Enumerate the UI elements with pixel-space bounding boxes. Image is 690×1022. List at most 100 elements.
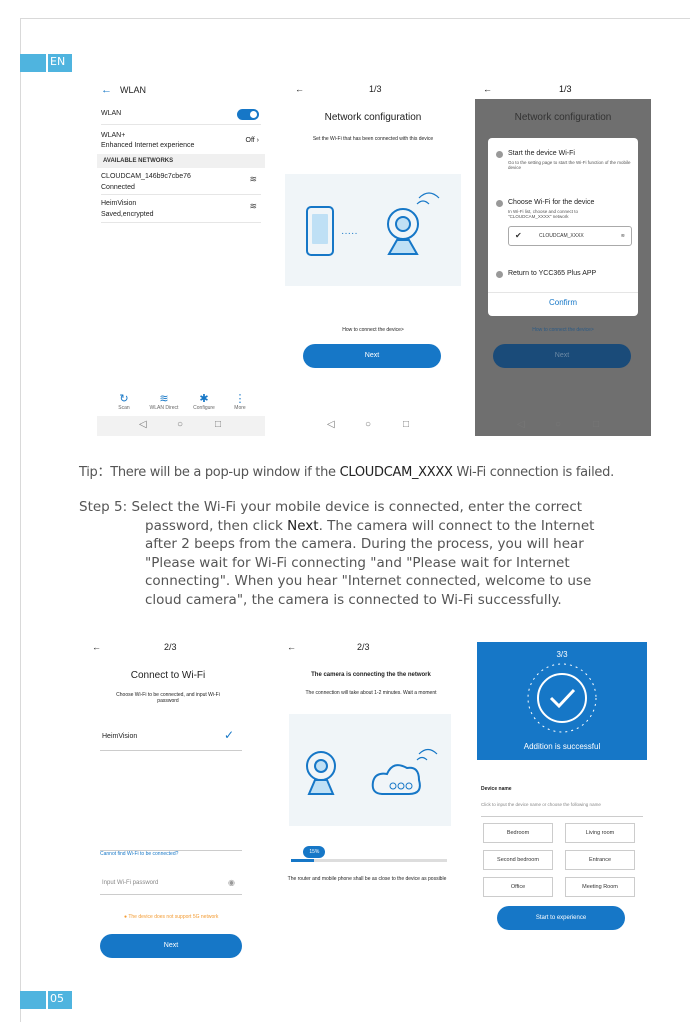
wlan-plus-sub: Enhanced Internet experience bbox=[101, 142, 195, 149]
step-5-text: Step 5: Select the Wi-Fi your mobile dev… bbox=[79, 499, 595, 608]
success-banner: 3/3 Addition is successful bbox=[477, 642, 647, 760]
nav-recent-icon[interactable]: □ bbox=[593, 419, 599, 430]
configure-tool[interactable]: ✱ Configure bbox=[189, 392, 219, 411]
network-config-dialog-screen: ← 1/3 Network configuration Start the dev… bbox=[475, 80, 651, 436]
wlan-plus-label[interactable]: WLAN+ bbox=[101, 132, 261, 139]
start-button[interactable]: Start to experience bbox=[497, 906, 625, 930]
cloudcam-network-option[interactable]: ✔ CLOUDCAM_XXXX ≋ bbox=[508, 226, 632, 246]
name-option-living-room[interactable]: Living room bbox=[565, 823, 635, 843]
wifi-icon: ≋ bbox=[620, 233, 625, 239]
nav-recent-icon[interactable]: □ bbox=[215, 419, 221, 430]
selected-network[interactable]: HeimVision bbox=[102, 733, 137, 740]
nav-home-icon[interactable]: ○ bbox=[365, 419, 371, 430]
screen-title: Network configuration bbox=[514, 112, 612, 123]
how-to-link[interactable]: How to connect the device> bbox=[285, 327, 461, 333]
warning-dot-icon: ● bbox=[124, 914, 128, 920]
password-input[interactable]: Input Wi-Fi password bbox=[102, 880, 158, 886]
svg-text:·····: ····· bbox=[341, 228, 358, 239]
cannot-find-wifi-link[interactable]: Cannot find Wi-Fi to be connected? bbox=[100, 851, 178, 857]
nav-home-icon[interactable]: ○ bbox=[555, 419, 561, 430]
addition-success-screen: 3/3 Addition is successful Device name C… bbox=[477, 642, 647, 942]
screen-title: Connect to Wi-Fi bbox=[130, 670, 206, 681]
screen-desc: Choose Wi-Fi to be connected, and input … bbox=[116, 692, 220, 704]
name-option-entrance[interactable]: Entrance bbox=[565, 850, 635, 870]
nav-back-icon[interactable]: ◁ bbox=[327, 419, 335, 430]
step-indicator: 1/3 bbox=[369, 84, 382, 94]
camera-cloud-illustration bbox=[289, 714, 451, 826]
next-button[interactable]: Next bbox=[303, 344, 441, 368]
phone-camera-illustration: ····· bbox=[285, 174, 461, 286]
item2-sub: In Wi-Fi list, choose and connect to "CL… bbox=[508, 209, 579, 219]
next-button[interactable]: Next bbox=[493, 344, 631, 368]
wlan-screen: ← WLAN WLAN WLAN+ Enhanced Internet exper… bbox=[97, 80, 265, 436]
success-text: Addition is successful bbox=[523, 742, 601, 751]
back-arrow-icon[interactable]: ← bbox=[483, 84, 492, 94]
nav-back-icon[interactable]: ◁ bbox=[139, 419, 147, 430]
screen-title: Network configuration bbox=[324, 112, 422, 123]
network-cloudcam-status: Connected bbox=[101, 184, 135, 191]
android-navbar: ◁ ○ □ bbox=[285, 416, 461, 436]
progress-track bbox=[291, 859, 447, 862]
next-button[interactable]: Next bbox=[100, 934, 242, 958]
divider bbox=[488, 292, 638, 293]
device-name-input[interactable]: Click to input the device name or choose… bbox=[481, 802, 601, 807]
step-dot bbox=[496, 151, 503, 158]
eye-icon[interactable]: ◉ bbox=[228, 878, 235, 887]
step-dot bbox=[496, 200, 503, 207]
back-arrow-icon[interactable]: ← bbox=[295, 84, 304, 94]
divider bbox=[100, 894, 242, 895]
illustration-svg: ····· bbox=[306, 192, 440, 256]
item2-title: Choose Wi-Fi for the device bbox=[508, 199, 595, 206]
network-heimvision-status: Saved,encrypted bbox=[101, 211, 154, 218]
nav-home-icon[interactable]: ○ bbox=[177, 419, 183, 430]
step-indicator: 2/3 bbox=[164, 642, 177, 652]
device-name-label: Device name bbox=[481, 786, 512, 792]
step-dot bbox=[496, 271, 503, 278]
network-heimvision[interactable]: HeimVision bbox=[101, 200, 261, 207]
language-label: EN bbox=[50, 55, 66, 68]
refresh-icon: ↻ bbox=[119, 393, 129, 405]
scan-tool[interactable]: ↻ Scan bbox=[109, 392, 139, 411]
android-navbar: ◁ ○ □ bbox=[475, 416, 651, 436]
name-option-meeting-room[interactable]: Meeting Room bbox=[565, 877, 635, 897]
gear-icon: ✱ bbox=[199, 393, 209, 405]
android-navbar: ◁ ○ □ bbox=[97, 416, 265, 436]
back-arrow-icon[interactable]: ← bbox=[92, 642, 101, 652]
screen-title: The camera is connecting the the network bbox=[311, 672, 431, 678]
divider bbox=[100, 750, 242, 751]
nav-back-icon[interactable]: ◁ bbox=[517, 419, 525, 430]
screen-desc: Set the Wi-Fi that has been connected wi… bbox=[312, 136, 434, 142]
progress-fill bbox=[291, 859, 315, 862]
name-option-bedroom[interactable]: Bedroom bbox=[483, 823, 553, 843]
back-arrow-icon[interactable]: ← bbox=[287, 642, 296, 652]
wifi-lock-icon: ≋ bbox=[249, 201, 257, 211]
check-icon: ✔ bbox=[515, 231, 522, 240]
wifi-icon: ≋ bbox=[249, 174, 257, 184]
confirm-button[interactable]: Confirm bbox=[488, 298, 638, 307]
illustration-svg bbox=[306, 748, 438, 795]
screen-note: The router and mobile phone shall be as … bbox=[287, 876, 447, 882]
wlan-header: ← WLAN bbox=[101, 84, 146, 96]
divider bbox=[101, 124, 261, 125]
name-option-second-bedroom[interactable]: Second bedroom bbox=[483, 850, 553, 870]
step-indicator: 1/3 bbox=[559, 84, 572, 94]
network-cloudcam[interactable]: CLOUDCAM_146b9c7cbe76 bbox=[101, 173, 261, 180]
page-number: 05 bbox=[50, 992, 64, 1005]
divider bbox=[101, 194, 261, 195]
divider bbox=[101, 222, 261, 223]
more-tool[interactable]: ⋮ More bbox=[225, 392, 255, 411]
connecting-screen: ← 2/3 The camera is connecting the the n… bbox=[277, 638, 465, 898]
progress-label: 15% bbox=[303, 846, 326, 858]
item1-title: Start the device Wi-Fi bbox=[508, 150, 575, 157]
wlan-direct-tool[interactable]: ≋ WLAN Direct bbox=[149, 392, 179, 411]
wifi-direct-icon: ≋ bbox=[159, 393, 169, 405]
wlan-plus-state: Off › bbox=[245, 137, 260, 144]
back-arrow-icon[interactable]: ← bbox=[101, 84, 112, 96]
language-tab: EN bbox=[20, 54, 72, 72]
nav-recent-icon[interactable]: □ bbox=[403, 419, 409, 430]
how-to-link[interactable]: How to connect the device> bbox=[475, 327, 651, 333]
connect-wifi-screen: ← 2/3 Connect to Wi-Fi Choose Wi-Fi to b… bbox=[78, 638, 258, 970]
wlan-toggle[interactable] bbox=[237, 109, 259, 120]
name-option-office[interactable]: Office bbox=[483, 877, 553, 897]
more-icon: ⋮ bbox=[234, 393, 246, 405]
